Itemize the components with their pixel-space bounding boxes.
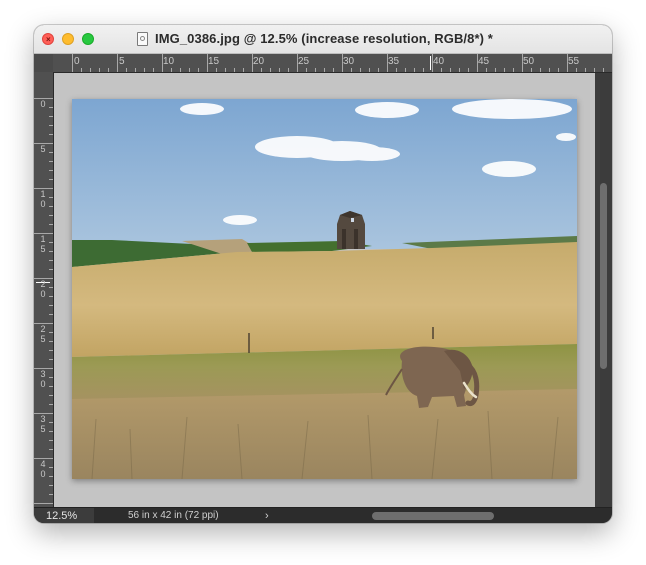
ruler-label: 30 (343, 56, 355, 67)
ruler-label: 25 (298, 56, 310, 67)
ruler-label: 45 (478, 56, 490, 67)
chevron-right-icon[interactable]: › (265, 509, 269, 523)
zoom-level-field[interactable]: 12.5% (34, 508, 94, 523)
ruler-label: 15 (40, 234, 46, 254)
document-window: × IMG_0386.jpg @ 12.5% (increase resolut… (34, 25, 612, 523)
ruler-label: 35 (388, 56, 400, 67)
ruler-label: 40 (40, 459, 46, 479)
ruler-label: 20 (40, 279, 46, 299)
status-bar: 12.5% 56 in x 42 in (72 ppi) › (34, 507, 612, 523)
ruler-label: 40 (433, 56, 445, 67)
ruler-label: 5 (40, 144, 46, 154)
zoom-button[interactable] (82, 33, 94, 45)
ruler-label: 50 (523, 56, 535, 67)
ruler-label: 0 (74, 56, 80, 67)
dry-grass (72, 389, 577, 479)
landscape-photo-icon (72, 99, 577, 479)
minimize-button[interactable] (62, 33, 74, 45)
document-size-info: 56 in x 42 in (72 ppi) (128, 510, 219, 521)
horizontal-ruler[interactable]: 0 5 10 15 20 25 30 35 40 45 50 55 (53, 54, 612, 73)
canvas-pasteboard[interactable] (54, 73, 595, 507)
ruler-label: 25 (40, 324, 46, 344)
document-proxy-icon[interactable] (137, 32, 148, 46)
ruler-label: 10 (40, 189, 46, 209)
document-image[interactable] (72, 99, 577, 479)
vertical-ruler[interactable]: 0 5 10 15 20 25 30 35 40 (34, 72, 54, 507)
ruler-label: 5 (119, 56, 125, 67)
ruler-label: 35 (40, 414, 46, 434)
ruler-label: 0 (40, 99, 46, 109)
ruler-label: 20 (253, 56, 265, 67)
vertical-scrollbar[interactable] (595, 73, 612, 507)
ruler-label: 10 (163, 56, 175, 67)
horizontal-scroll-thumb[interactable] (372, 512, 494, 520)
ruler-origin[interactable] (34, 54, 53, 72)
vertical-scroll-thumb[interactable] (600, 183, 607, 369)
ruler-label: 55 (568, 56, 580, 67)
title-bar[interactable]: × IMG_0386.jpg @ 12.5% (increase resolut… (34, 25, 612, 54)
close-button[interactable]: × (42, 33, 54, 45)
barn (337, 211, 365, 249)
window-title: IMG_0386.jpg @ 12.5% (increase resolutio… (155, 31, 493, 46)
horizontal-scrollbar[interactable] (322, 508, 612, 523)
ruler-label: 15 (208, 56, 220, 67)
close-icon: × (46, 35, 51, 44)
ruler-label: 30 (40, 369, 46, 389)
